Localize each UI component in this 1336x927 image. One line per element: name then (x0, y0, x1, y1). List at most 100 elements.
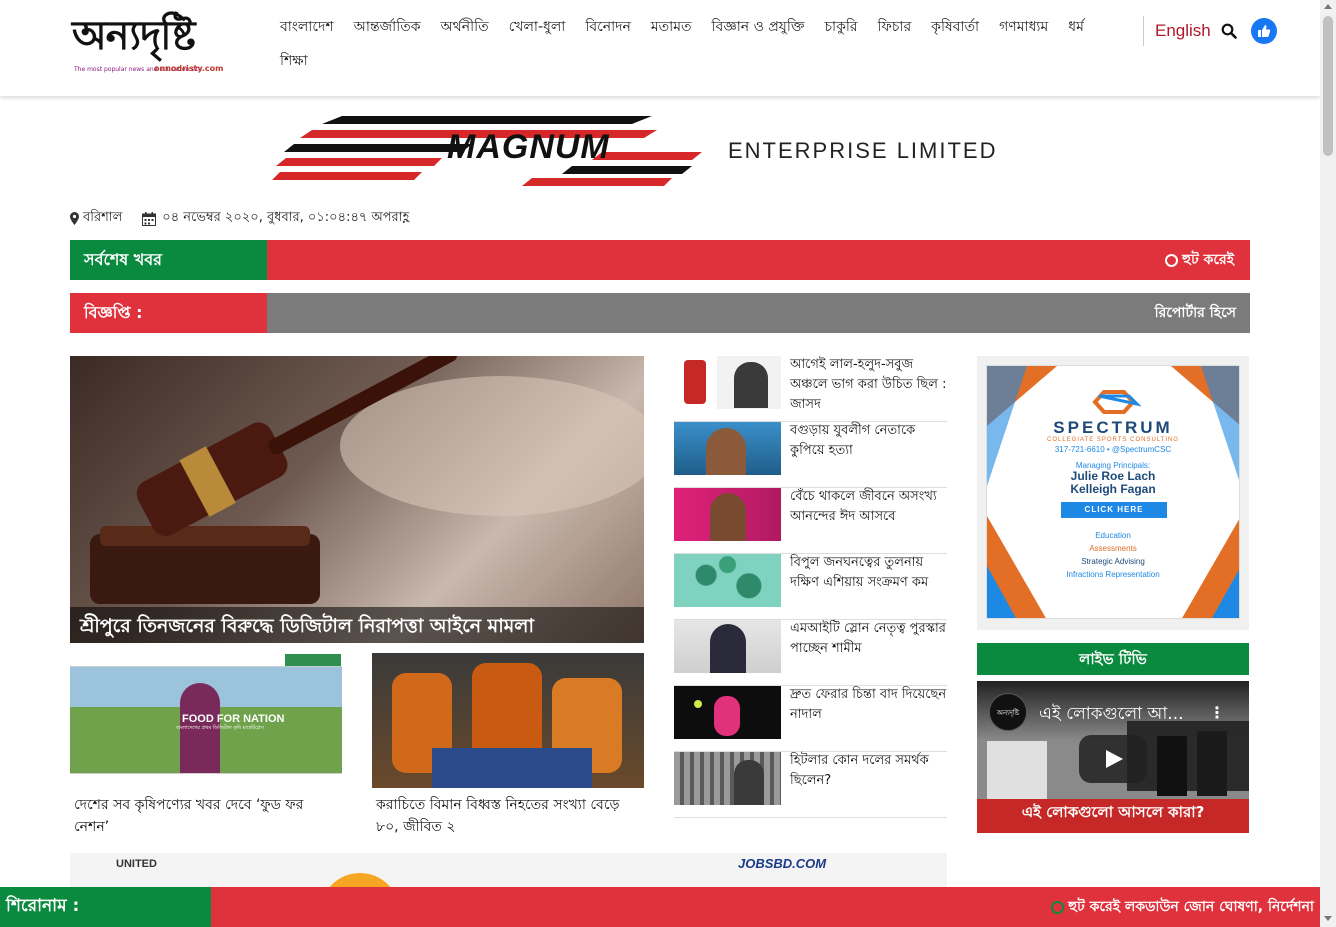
calendar-icon (142, 211, 157, 226)
nav-item-religion[interactable]: ধর্ম (1058, 12, 1094, 46)
service-item: Strategic Advising (1081, 557, 1145, 566)
list-item[interactable]: বিপুল জনঘনত্বের তুলনায় দক্ষিণ এশিয়ায় … (674, 554, 947, 620)
latest-news-ticker: সর্বশেষ খবর হুট করেই (70, 240, 1250, 280)
spectrum-ad[interactable]: SPECTRUM COLLEGIATE SPORTS CONSULTING 31… (986, 365, 1240, 619)
circle-icon (1165, 253, 1179, 267)
list-item-title: বগুড়ায় যুবলীগ নেতাকে কুপিয়ে হত্যা (790, 423, 916, 458)
thumbs-up-icon (1257, 25, 1270, 37)
scroll-thumb[interactable] (1323, 16, 1333, 156)
side-news-list: আগেই লাল-হলুদ-সবুজ অঞ্চলে ভাগ করা উচিত ছ… (674, 356, 947, 818)
nav-item-opinion[interactable]: মতামত (641, 12, 702, 46)
service-item: Infractions Representation (1066, 570, 1160, 579)
news-thumbnail (674, 422, 781, 475)
headline-label: শিরোনাম : (0, 887, 211, 927)
rescue-workers-image (372, 653, 644, 788)
notice-label: বিজ্ঞপ্তি : (70, 293, 267, 333)
language-switch[interactable]: English (1155, 21, 1211, 41)
spectrum-contact: 317-721-6610 • @SpectrumCSC (1054, 445, 1172, 454)
news-card-title: করাচিতে বিমান বিধ্বস্ত নিহতের সংখ্যা বেড… (376, 797, 620, 835)
news-thumbnail (674, 620, 781, 673)
news-card[interactable]: FOOD FOR NATION বাংলাদেশের প্রথম ডিজিটাল… (70, 653, 342, 838)
nav-item-agriculture[interactable]: কৃষিবার্তা (921, 12, 989, 46)
list-item[interactable]: হিটলার কোন দলের সমর্থক ছিলেন? (674, 752, 947, 818)
latest-news-bar[interactable]: হুট করেই (267, 240, 1250, 280)
logo-text: অন্যদৃষ্টি (72, 12, 196, 59)
spectrum-principals: Julie Roe Lach Kelleigh Fagan (987, 470, 1239, 496)
list-item-title: বিপুল জনঘনত্বের তুলনায় দক্ষিণ এশিয়ায় … (790, 555, 929, 590)
news-thumbnail (674, 752, 781, 805)
bottom-ad-right-text: JOBSBD.COM (738, 856, 827, 871)
notice-bar[interactable]: রিপোর্টার হিসে (267, 293, 1250, 333)
news-thumbnail (674, 686, 781, 739)
nav-item-economy[interactable]: অর্থনীতি (431, 12, 499, 46)
scroll-down-icon[interactable] (1324, 916, 1332, 921)
page: অন্যদৃষ্টি The most popular news and edu… (0, 0, 1336, 927)
service-item: Education (1095, 531, 1131, 540)
news-thumbnail (674, 488, 781, 541)
map-pin-icon (70, 212, 79, 225)
latest-news-label: সর্বশেষ খবর (70, 240, 267, 280)
facebook-like-button[interactable] (1250, 18, 1277, 44)
list-item-title: হিটলার কোন দলের সমর্থক ছিলেন? (790, 753, 929, 788)
scroll-up-icon[interactable] (1324, 4, 1332, 9)
list-item[interactable]: দ্রুত ফেরার চিন্তা বাদ দিয়েছেন নাদাল (674, 686, 947, 752)
magnum-company: ENTERPRISE LIMITED (728, 138, 998, 163)
play-button[interactable] (1079, 735, 1147, 783)
location-text: বরিশাল (83, 210, 123, 225)
circle-icon (1051, 900, 1065, 914)
list-item-title: দ্রুত ফেরার চিন্তা বাদ দিয়েছেন নাদাল (790, 687, 947, 722)
list-item[interactable]: আগেই লাল-হলুদ-সবুজ অঞ্চলে ভাগ করা উচিত ছ… (674, 356, 947, 422)
food-for-nation-image: FOOD FOR NATION বাংলাদেশের প্রথম ডিজিটাল… (70, 653, 342, 788)
headline-ticker: শিরোনাম : হুট করেই লকডাউন জোন ঘোষণা, নির… (0, 887, 1320, 927)
spectrum-click-here-button[interactable]: CLICK HERE (1061, 502, 1167, 518)
video-title[interactable]: এই লোকগুলো আ... (1039, 701, 1184, 729)
live-tv-video[interactable]: অন্যদৃষ্টি এই লোকগুলো আ... ⋮ এই লোকগুলো … (977, 681, 1249, 833)
news-thumbnail (674, 554, 781, 607)
date-time-text: ০৪ নভেম্বর ২০২০, বুধবার, ০১:০৪:৪৭ অপরাহ্… (162, 210, 410, 225)
nav-item-education[interactable]: শিক্ষা (270, 46, 318, 80)
list-item[interactable]: এমআইটি স্লোন নেতৃত্ব পুরস্কার পাচ্ছেন শা… (674, 620, 947, 686)
list-item-title: বেঁচে থাকলে জীবনে অসংখ্য আনন্দের ঈদ আসবে (790, 489, 937, 524)
nav-item-sports[interactable]: খেলা-ধুলা (499, 12, 576, 46)
nav-item-feature[interactable]: ফিচার (868, 12, 922, 46)
food-for-nation-subtext: বাংলাদেশের প্রথম ডিজিটাল কৃষি মার্কেটপ্ল… (176, 725, 264, 731)
nav-item-entertainment[interactable]: বিনোদন (575, 12, 641, 46)
headline-bar[interactable]: হুট করেই লকডাউন জোন ঘোষণা, নির্দেশনা (211, 887, 1320, 927)
nav-item-international[interactable]: আন্তর্জাতিক (344, 12, 431, 46)
nav-item-media[interactable]: গণমাধ্যম (989, 12, 1058, 46)
news-card-title: দেশের সব কৃষিপণ্যের খবর দেবে ‘ফুড ফর নেশ… (74, 797, 304, 835)
dateline: বরিশাল ০৪ নভেম্বর ২০২০, বুধবার, ০১:০৪:৪৭… (70, 208, 409, 229)
site-logo[interactable]: অন্যদৃষ্টি The most popular news and edu… (72, 10, 224, 80)
list-item[interactable]: বেঁচে থাকলে জীবনে অসংখ্য আনন্দের ঈদ আসবে (674, 488, 947, 554)
spectrum-services: Education Assessments Strategic Advising… (987, 529, 1239, 581)
bottom-ad-left-text: UNITED (116, 858, 157, 870)
headline-text: হুট করেই লকডাউন জোন ঘোষণা, নির্দেশনা (1068, 899, 1314, 915)
spectrum-ad-box: SPECTRUM COLLEGIATE SPORTS CONSULTING 31… (977, 356, 1249, 630)
page-scrollbar[interactable] (1320, 0, 1336, 927)
nav-item-bangladesh[interactable]: বাংলাদেশ (270, 12, 344, 46)
latest-news-text: হুট করেই (1182, 252, 1234, 268)
magnum-brand: MAGNUM (447, 128, 610, 166)
magnum-banner-ad[interactable]: MAGNUM ENTERPRISE LIMITED (272, 112, 1052, 190)
more-options-icon[interactable]: ⋮ (1209, 703, 1225, 722)
site-header: অন্যদৃষ্টি The most popular news and edu… (0, 0, 1320, 96)
news-card[interactable]: করাচিতে বিমান বিধ্বস্ত নিহতের সংখ্যা বেড… (372, 653, 644, 838)
nav-item-jobs[interactable]: চাকুরি (814, 12, 867, 46)
news-thumbnail (674, 356, 781, 409)
logo-url: onnodristy.com (154, 64, 224, 73)
spectrum-name: SPECTRUM (1053, 418, 1173, 437)
live-tv-header: লাইভ টিভি (977, 643, 1249, 675)
channel-avatar[interactable]: অন্যদৃষ্টি (989, 693, 1027, 731)
list-item-title: এমআইটি স্লোন নেতৃত্ব পুরস্কার পাচ্ছেন শা… (790, 621, 946, 656)
notice-text: রিপোর্টার হিসে (1154, 305, 1236, 321)
hero-news[interactable]: শ্রীপুরে তিনজনের বিরুদ্ধে ডিজিটাল নিরাপত… (70, 356, 644, 643)
search-icon[interactable] (1221, 23, 1237, 39)
header-tools: English (1143, 16, 1277, 46)
hero-caption: শ্রীপুরে তিনজনের বিরুদ্ধে ডিজিটাল নিরাপত… (70, 607, 644, 643)
food-for-nation-text: FOOD FOR NATION (182, 713, 285, 725)
nav-item-science-tech[interactable]: বিজ্ঞান ও প্রযুক্তি (702, 12, 815, 46)
spectrum-sub: COLLEGIATE SPORTS CONSULTING (1046, 437, 1180, 443)
gavel-image (90, 356, 644, 604)
video-caption-band: এই লোকগুলো আসলে কারা? (977, 799, 1249, 833)
list-item[interactable]: বগুড়ায় যুবলীগ নেতাকে কুপিয়ে হত্যা (674, 422, 947, 488)
